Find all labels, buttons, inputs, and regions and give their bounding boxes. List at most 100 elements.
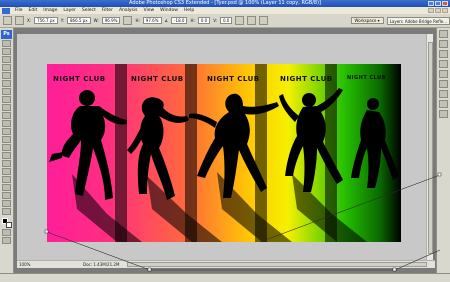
title-bar: Adobe Photoshop CS3 Extended - [Tyer.psd… xyxy=(0,0,450,7)
healing-brush-icon[interactable] xyxy=(2,88,11,95)
warp-mode-icon[interactable] xyxy=(235,16,245,25)
info-panel-icon[interactable] xyxy=(439,40,448,48)
menu-image[interactable]: Image xyxy=(40,8,60,13)
styles-panel-icon[interactable] xyxy=(439,80,448,88)
swatches-panel-icon[interactable] xyxy=(439,70,448,78)
vskew-label: V: xyxy=(213,18,217,23)
clone-stamp-icon[interactable] xyxy=(2,104,11,111)
shape-tool-icon[interactable] xyxy=(2,176,11,183)
commit-transform-icon[interactable] xyxy=(259,16,269,25)
reference-point-icon[interactable] xyxy=(15,16,24,25)
slice-tool-icon[interactable] xyxy=(2,80,11,87)
x-label: X: xyxy=(27,18,32,23)
vertical-scrollbar[interactable] xyxy=(426,34,433,262)
menu-right-controls xyxy=(428,8,450,13)
dancer-4 xyxy=(279,88,343,192)
dodge-icon[interactable] xyxy=(2,144,11,151)
marquee-tool-icon[interactable] xyxy=(2,48,11,55)
menu-help[interactable]: Help xyxy=(181,8,197,13)
crop-tool-icon[interactable] xyxy=(2,72,11,79)
menu-window[interactable]: Window xyxy=(157,8,181,13)
menu-edit[interactable]: Edit xyxy=(26,8,41,13)
color-swatches[interactable] xyxy=(1,218,12,228)
rotation-field[interactable]: -18.0 xyxy=(171,17,188,24)
gradient-icon[interactable] xyxy=(2,128,11,135)
cancel-transform-icon[interactable] xyxy=(247,16,257,25)
dancer-2 xyxy=(127,97,189,200)
ps-logo: Ps xyxy=(1,30,12,39)
y-label: Y: xyxy=(60,18,64,23)
w-label: W: xyxy=(93,18,99,23)
navigator-panel-icon[interactable] xyxy=(439,30,448,38)
vertical-scroll-thumb[interactable] xyxy=(428,42,433,254)
type-tool-icon[interactable] xyxy=(2,160,11,167)
background-color-swatch[interactable] xyxy=(5,222,12,228)
dancer-silhouettes xyxy=(49,88,399,242)
menu-filter[interactable]: Filter xyxy=(99,8,116,13)
menu-bar: File Edit Image Layer Select Filter Anal… xyxy=(0,7,450,14)
path-select-icon[interactable] xyxy=(2,168,11,175)
photoshop-app-icon xyxy=(2,7,10,14)
close-button[interactable] xyxy=(442,1,448,6)
dancer-5 xyxy=(351,98,399,188)
bridge-tab-label: Adobe Bridge Refle... xyxy=(404,18,447,24)
notes-icon[interactable] xyxy=(2,184,11,191)
screen-mode-icon[interactable] xyxy=(2,237,11,244)
window-title: Adobe Photoshop CS3 Extended - [Tyer.psd… xyxy=(129,0,321,6)
pen-tool-icon[interactable] xyxy=(2,152,11,159)
maximize-button[interactable] xyxy=(435,1,441,6)
eyedropper-icon[interactable] xyxy=(2,192,11,199)
menu-select[interactable]: Select xyxy=(79,8,99,13)
layers-panel-tab[interactable]: Layers Adobe Bridge Refle... xyxy=(386,16,450,25)
move-tool-icon[interactable] xyxy=(2,40,11,47)
tools-panel: Ps xyxy=(0,28,14,273)
menu-view[interactable]: View xyxy=(140,8,157,13)
doc-minimize-button[interactable] xyxy=(428,8,434,13)
y-position-field[interactable]: 866.5 px xyxy=(67,17,91,24)
angle-label: ∡ xyxy=(164,18,169,23)
workspace-button[interactable]: Workspace ▾ xyxy=(350,17,384,24)
h-label: H: xyxy=(135,18,140,23)
zoom-tool-icon[interactable] xyxy=(2,208,11,215)
menu-layer[interactable]: Layer xyxy=(60,8,79,13)
lasso-tool-icon[interactable] xyxy=(2,56,11,63)
horizontal-skew-field[interactable]: 0.0 xyxy=(197,17,211,24)
document-status-bar: 100% Doc: 1.43M/21.2M xyxy=(17,260,435,268)
magic-wand-icon[interactable] xyxy=(2,64,11,71)
window-controls xyxy=(428,1,448,6)
app-status-bar xyxy=(0,273,450,282)
document-info: Doc: 1.43M/21.2M xyxy=(83,262,120,267)
history-panel-icon[interactable] xyxy=(439,90,448,98)
photoshop-window: Adobe Photoshop CS3 Extended - [Tyer.psd… xyxy=(0,0,450,282)
menu-analysis[interactable]: Analysis xyxy=(116,8,141,13)
vertical-skew-field[interactable]: 0.0 xyxy=(219,17,233,24)
layers-tab-label: Layers xyxy=(389,18,403,24)
blur-icon[interactable] xyxy=(2,136,11,143)
horizontal-scroll-thumb[interactable] xyxy=(127,262,427,267)
color-panel-icon[interactable] xyxy=(439,60,448,68)
hskew-label: H: xyxy=(190,18,195,23)
actions-panel-icon[interactable] xyxy=(439,100,448,108)
menu-file[interactable]: File xyxy=(12,8,26,13)
brush-tool-icon[interactable] xyxy=(2,96,11,103)
options-bar: X: 756.7 px Y: 866.5 px W: 96.9% H: 97.6… xyxy=(0,14,450,28)
hand-tool-icon[interactable] xyxy=(2,200,11,207)
quick-mask-icon[interactable] xyxy=(2,229,11,236)
layers-panel-icon[interactable] xyxy=(439,110,448,118)
transform-tool-icon[interactable] xyxy=(3,16,12,25)
histogram-panel-icon[interactable] xyxy=(439,50,448,58)
height-percent-field[interactable]: 97.6% xyxy=(142,17,162,24)
eraser-icon[interactable] xyxy=(2,120,11,127)
artwork-canvas[interactable]: NIGHT CLUB NIGHT CLUB NIGHT CLUB NIGHT C… xyxy=(47,64,401,242)
panel-dock xyxy=(436,28,450,273)
link-icon[interactable] xyxy=(123,16,133,25)
dancer-1 xyxy=(49,90,127,200)
width-percent-field[interactable]: 96.9% xyxy=(101,17,121,24)
x-position-field[interactable]: 756.7 px xyxy=(34,17,58,24)
dancer-3 xyxy=(189,93,279,198)
minimize-button[interactable] xyxy=(428,1,434,6)
zoom-level[interactable]: 100% xyxy=(19,262,30,267)
doc-close-button[interactable] xyxy=(442,8,448,13)
doc-restore-button[interactable] xyxy=(435,8,441,13)
history-brush-icon[interactable] xyxy=(2,112,11,119)
